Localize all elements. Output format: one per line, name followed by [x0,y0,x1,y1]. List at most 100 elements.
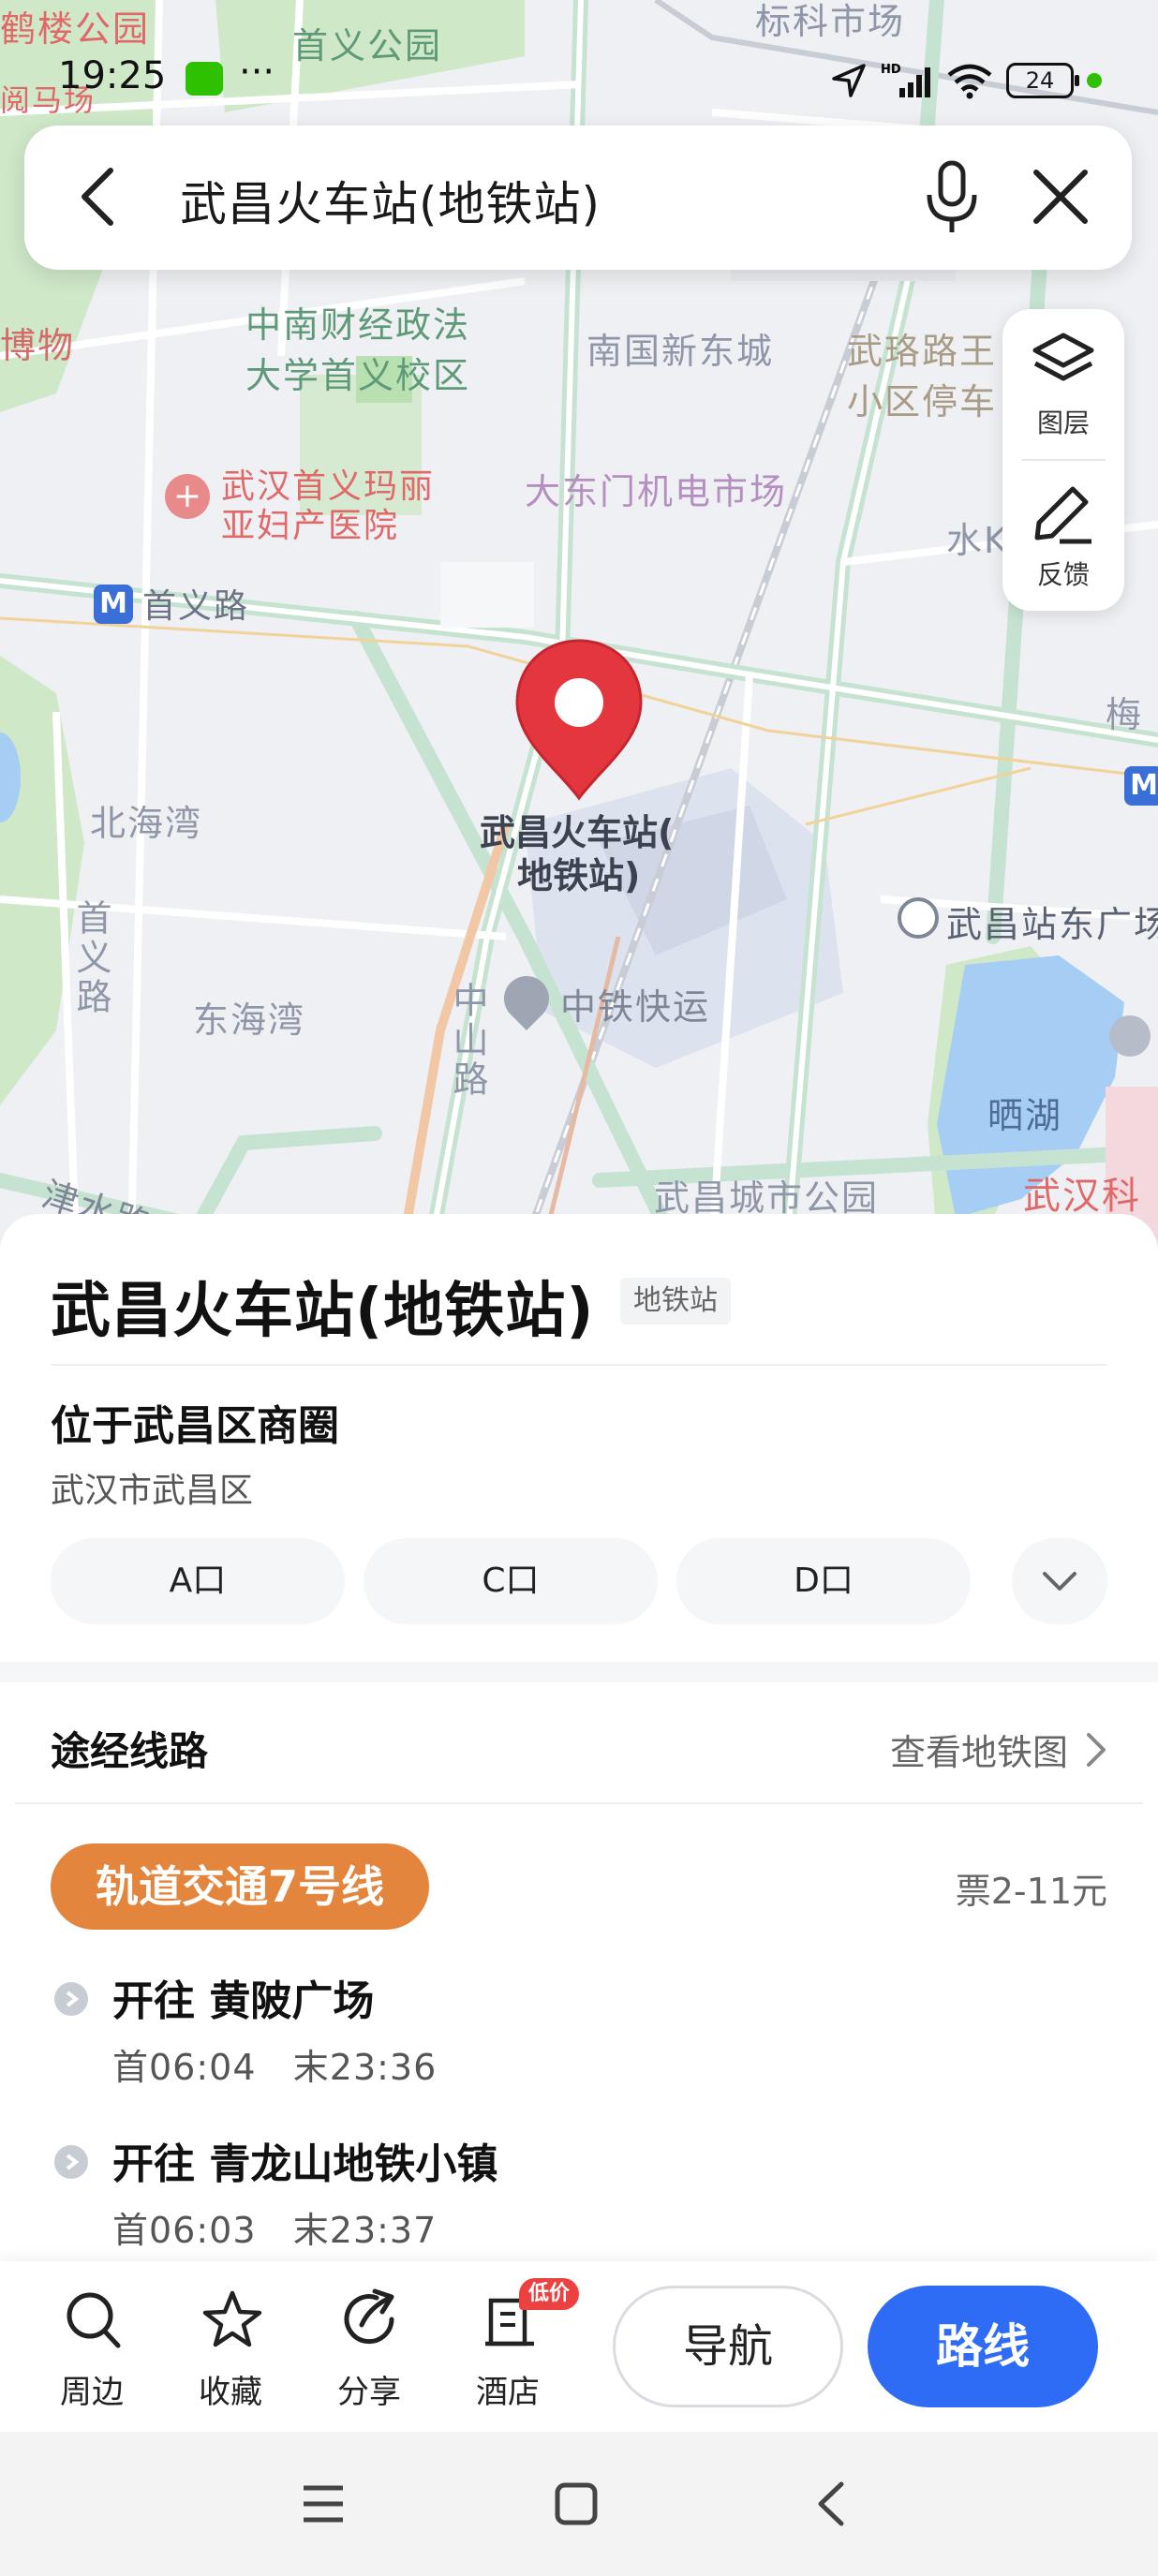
location-icon [832,64,866,97]
back-icon[interactable] [62,159,137,234]
metro-icon-right[interactable]: M [1124,766,1158,806]
last-train-time: 末23:37 [292,2210,438,2251]
subway-map-link[interactable]: 查看地铁图 [890,1724,1107,1775]
marker-label-line-2[interactable]: 地铁站) [517,847,640,898]
menu-icon[interactable] [300,2480,347,2527]
bottom-action-bar: 周边 收藏 分享 低价 酒店 导航 路线 [0,2261,1158,2432]
fare-info: 票2-11元 [955,1871,1107,1912]
exit-a-button[interactable]: A口 [51,1538,345,1624]
share-button[interactable]: 分享 [313,2287,425,2411]
map-label-donghaiwan[interactable]: 东海湾 [193,991,305,1043]
map-label-wuchang-park[interactable]: 武昌城市公园 [654,1169,879,1221]
route-button[interactable]: 路线 [868,2286,1098,2407]
search-icon [67,2292,121,2348]
map-label-wuhan-ke: 武汉科 [1023,1175,1141,1218]
nearby-button[interactable]: 周边 [36,2287,148,2411]
microphone-icon[interactable] [914,155,989,240]
feedback-label: 反馈 [1036,559,1090,590]
direction-times: 首06:03 末23:37 [112,2201,437,2253]
exit-c-button[interactable]: C口 [364,1538,658,1624]
chevron-down-icon [1043,1572,1076,1591]
hotel-label: 酒店 [476,2374,540,2411]
subway-map-link-label: 查看地铁图 [889,1732,1068,1773]
line-7-badge[interactable]: 轨道交通7号线 [51,1843,430,1930]
metro-icon[interactable]: M [94,585,133,624]
home-icon[interactable] [553,2480,600,2527]
hospital-icon[interactable]: + [165,474,210,519]
privacy-dot-icon [1087,73,1102,88]
search-input[interactable]: 武昌火车站(地铁站) [180,167,601,234]
map-label-wuluolu-1[interactable]: 武珞路王 [847,322,997,374]
close-icon[interactable] [1023,159,1098,234]
map-tools: 图层 反馈 [1002,309,1124,611]
battery-icon: 24 [1006,63,1079,98]
district-heading[interactable]: 位于武昌区商圈 [51,1392,339,1452]
search-bar[interactable]: 武昌火车站(地铁站) [24,126,1132,270]
signal-icon: HD [881,63,930,97]
back-nav-icon[interactable] [811,2479,849,2529]
navigate-button[interactable]: 导航 [613,2286,843,2407]
last-train-time: 末23:36 [292,2047,438,2088]
direction-times: 首06:04 末23:36 [112,2038,437,2090]
share-icon [344,2288,394,2345]
layers-label: 图层 [1036,407,1090,438]
star-icon [202,2290,262,2347]
feedback-edit-icon [1034,486,1091,544]
direction-row[interactable]: 开往 黄陂广场 首06:04 末23:36 [51,1962,1107,2111]
section-separator [0,1662,1158,1682]
map-label-zhongnan-1[interactable]: 中南财经政法 [245,296,470,348]
status-time: 19:25 [58,54,167,97]
nearby-label: 周边 [60,2374,124,2411]
map-label-beihaiwan[interactable]: 北海湾 [90,794,202,846]
map-label-hospital-2[interactable]: 亚妇产医院 [221,498,399,547]
map-label-top-left: 鹤楼公园 [0,8,151,50]
transfer-icon[interactable] [898,897,939,939]
wifi-icon [947,64,992,99]
share-label: 分享 [337,2374,401,2411]
exits-expand-button[interactable] [1012,1538,1107,1624]
exit-d-button[interactable]: D口 [676,1538,971,1624]
station-info-panel[interactable]: 武昌火车站(地铁站) 地铁站 位于武昌区商圈 武汉市武昌区 A口 C口 D口 途… [0,1214,1158,2261]
place-icon-right[interactable] [1109,1015,1151,1057]
map-label-zhongtie[interactable]: 中铁快运 [560,978,710,1029]
direction-destination: 开往 黄陂广场 [112,1977,375,2025]
map-label-nanguo[interactable]: 南国新东城 [586,322,774,374]
map-label-bowu: 博物 [0,325,76,366]
favorite-button[interactable]: 收藏 [174,2287,287,2411]
feedback-button[interactable]: 反馈 [1002,461,1124,611]
wechat-icon [186,62,223,96]
map-label-wuluolu-2[interactable]: 小区停车 [847,373,997,424]
location-pin-icon[interactable] [510,637,648,802]
map-label-zhongshan-road: 中山路 [447,982,488,1100]
divider [15,1802,1143,1804]
map-label-shaihu[interactable]: 晒湖 [987,1087,1062,1138]
divider [51,1364,1107,1366]
map-label-dadongmen[interactable]: 大东门机电市场 [525,463,787,514]
hotel-button[interactable]: 低价 酒店 [452,2278,580,2411]
chevron-right-icon [1087,1732,1106,1767]
map-label-mei: 梅 [1106,694,1144,735]
station-title: 武昌火车站(地铁站) [51,1277,595,1346]
direction-destination: 开往 青龙山地铁小镇 [112,2140,498,2188]
map-label-zhongnan-2[interactable]: 大学首义校区 [245,347,470,398]
status-bar: 19:25 ··· HD 24 [0,47,1158,112]
system-navigation-bar [0,2432,1158,2576]
first-train-time: 首06:04 [112,2047,257,2088]
station-type-tag: 地铁站 [620,1278,731,1325]
map-label-shuiguo: 水K [946,520,1009,561]
map-view[interactable]: 鹤楼公园 首义公园 阅马场 标科市场 博物 中南财经政法 大学首义校区 南国新东… [0,0,1158,1246]
direction-row[interactable]: 开往 青龙山地铁小镇 首06:03 末23:37 [51,2124,1107,2261]
map-label-east-square[interactable]: 武昌站东广场 [946,896,1158,947]
map-label-biaoke: 标科市场 [755,1,906,42]
map-label-shouyilu-metro[interactable]: 首义路 [142,579,249,628]
first-train-time: 首06:03 [112,2210,257,2251]
district-subtitle: 武汉市武昌区 [51,1472,254,1510]
status-icons: HD 24 [830,58,1102,103]
svg-text:HD: HD [881,63,901,77]
direction-arrow-icon [54,2145,88,2179]
favorite-label: 收藏 [199,2374,262,2411]
layers-button[interactable]: 图层 [1002,309,1124,459]
hotel-discount-badge: 低价 [519,2278,580,2310]
direction-arrow-icon [54,1982,88,2016]
map-label-shouyilu-road: 首义路 [70,899,111,1017]
